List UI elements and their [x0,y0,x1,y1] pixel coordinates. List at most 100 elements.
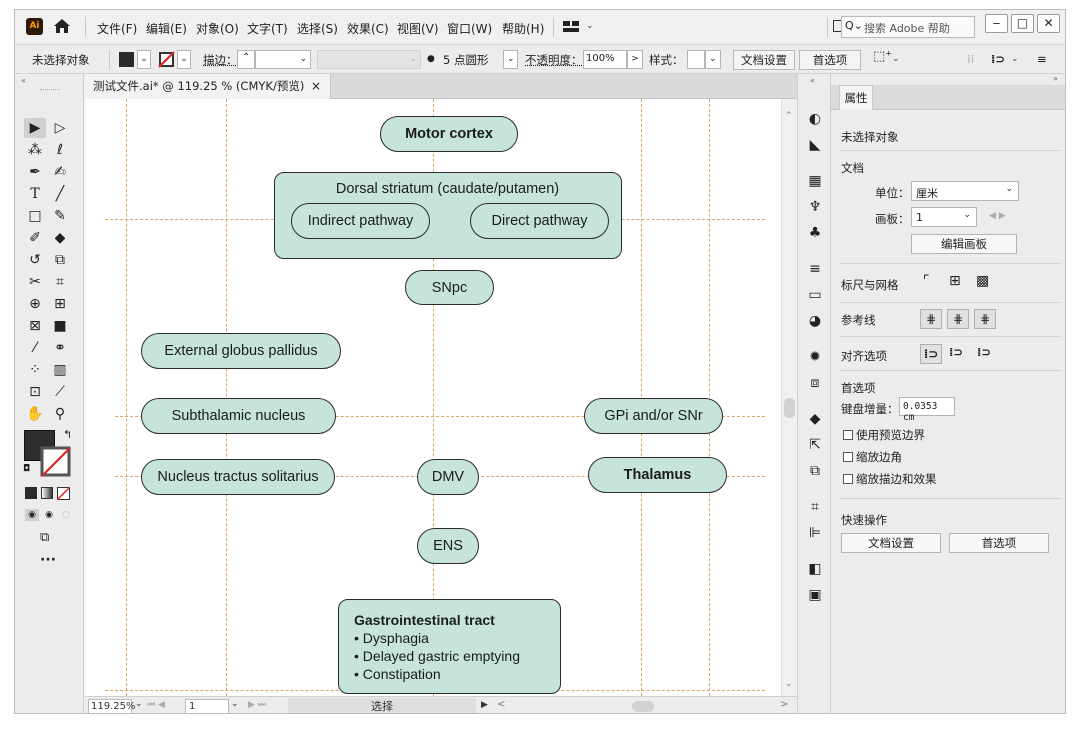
fill-dropdown-icon[interactable]: ⌄ [137,50,151,69]
screen-mode-icon[interactable]: ⧉ [40,530,60,545]
transparency-grid-icon[interactable]: ▩ [976,273,989,289]
align-to-artboard-icon[interactable]: ⁞⊃ [977,345,991,359]
lasso-tool-icon[interactable]: ℓ [49,140,71,160]
line-tool-icon[interactable]: ╱ [49,184,71,204]
brushes-icon[interactable]: ♆ [806,198,824,216]
stroke-panel-icon[interactable]: ≡ [806,260,824,278]
none-mode-icon[interactable] [57,487,70,500]
scroll-up-icon[interactable]: ⌃ [785,111,793,121]
free-transform-tool-icon[interactable]: ⌗ [49,272,71,292]
collapse-panel-icon[interactable]: » [1053,74,1058,83]
collapse-icon[interactable]: « [810,76,815,85]
shaper-tool-icon[interactable]: ✐ [24,228,46,248]
magic-wand-tool-icon[interactable]: ⁂ [24,140,46,160]
style-dropdown[interactable]: ⌄ [705,50,721,69]
status-mode[interactable]: 选择 [288,698,476,713]
opacity-input[interactable]: 100% [583,50,627,69]
menu-effect[interactable]: 效果(C) [347,20,389,37]
draw-normal-icon[interactable]: ◉ [25,509,39,521]
chevron-down-icon[interactable]: ⌄ [1011,54,1019,64]
checkbox-scale-strokes-effects[interactable]: 缩放描边和效果 [843,471,937,487]
shape-builder-tool-icon[interactable]: ⊕ [24,294,46,314]
close-window-button[interactable]: ✕ [1037,14,1060,33]
keyboard-increment-input[interactable]: 0.0353 cm [899,397,955,423]
quick-preferences-button[interactable]: 首选项 [949,533,1049,553]
node-dmv[interactable]: DMV [417,459,479,495]
layers-icon[interactable]: ◆ [806,410,824,428]
scroll-right-icon[interactable]: > [780,699,788,710]
menu-type[interactable]: 文字(T) [247,20,288,37]
rectangle-tool-icon[interactable]: □ [24,206,46,226]
artboard-number-input[interactable]: 1 [185,699,229,713]
lock-guides-icon[interactable]: ⋕ [947,309,969,329]
stroke-dropdown-icon[interactable]: ⌄ [177,50,191,69]
artboard-dropdown-icon[interactable]: ⌄ [231,699,239,709]
minimize-button[interactable]: ‒ [985,14,1008,33]
slice-tool-icon[interactable]: ⟋ [49,382,71,402]
selection-tool-icon[interactable]: ▶ [24,118,46,138]
first-artboard-icon[interactable]: ⏮ ◀ [147,700,165,710]
symbol-sprayer-tool-icon[interactable]: ⁘ [24,360,46,380]
align-to-selection-icon[interactable]: ⁞⊃ [920,344,942,364]
gradient-mode-icon[interactable] [41,487,53,499]
checkbox-scale-corners[interactable]: 缩放边角 [843,449,902,465]
brush-definition[interactable]: 5 点圆形 [443,52,488,68]
scroll-left-icon[interactable]: < [497,699,505,710]
opacity-label[interactable]: 不透明度： [525,52,583,68]
links-icon[interactable]: ▣ [806,586,824,604]
checkbox-use-preview-bounds[interactable]: 使用预览边界 [843,427,925,443]
maximize-button[interactable]: □ [1011,14,1034,33]
blend-tool-icon[interactable]: ⚭ [49,338,71,358]
node-external-globus-pallidus[interactable]: External globus pallidus [141,333,341,369]
menu-help[interactable]: 帮助(H) [502,20,544,37]
draw-inside-icon[interactable]: ◌ [59,509,73,521]
show-guides-icon[interactable]: ⋕ [920,309,942,329]
appearance-icon[interactable]: ✹ [806,348,824,366]
chevron-down-icon[interactable]: ⌄ [892,54,900,64]
scroll-thumb[interactable] [784,398,795,418]
select-similar-icon[interactable]: ⬚⁺ [873,49,892,64]
menu-window[interactable]: 窗口(W) [447,20,492,37]
column-graph-tool-icon[interactable]: ▥ [49,360,71,380]
status-menu-arrow-icon[interactable]: ▶ [481,700,488,710]
zoom-tool-icon[interactable]: ⚲ [49,404,71,424]
opacity-arrow-icon[interactable]: > [627,50,643,69]
ruler-icon[interactable]: ⌜ [923,273,930,289]
menu-edit[interactable]: 编辑(E) [146,20,187,37]
tab-properties[interactable]: 属性 [839,85,873,110]
stroke-weight-input[interactable]: ⌄ [255,50,311,69]
preferences-button[interactable]: 首选项 [799,50,861,70]
node-snpc[interactable]: SNpc [405,270,494,305]
node-direct-pathway[interactable]: Direct pathway [470,203,609,239]
curvature-tool-icon[interactable]: ✍ [49,162,71,182]
zoom-level-input[interactable]: 119.25% [88,699,136,713]
hand-tool-icon[interactable]: ✋ [24,404,46,424]
home-icon[interactable] [53,18,71,34]
export-icon[interactable]: ⇱ [806,436,824,454]
color-panel-icon[interactable]: ◣ [806,136,824,154]
align-icon[interactable]: ⁞⊃ [991,52,1005,66]
transparency-icon[interactable]: ◕ [806,312,824,330]
horizontal-scroll-thumb[interactable] [632,701,654,712]
draw-behind-icon[interactable]: ◉ [42,509,56,521]
paintbrush-tool-icon[interactable]: ✎ [49,206,71,226]
node-thalamus[interactable]: Thalamus [588,457,727,493]
smart-guides-icon[interactable]: ⋕ [974,309,996,329]
node-subthalamic-nucleus[interactable]: Subthalamic nucleus [141,398,336,434]
symbols-icon[interactable]: ♣ [806,224,824,242]
pathfinder-icon[interactable]: ◧ [806,560,824,578]
color-mode-icon[interactable] [25,487,37,499]
menu-select[interactable]: 选择(S) [297,20,338,37]
vertical-scrollbar[interactable]: ⌃ ⌄ [781,99,797,696]
variable-width-profile[interactable]: ⌄ [317,50,421,69]
document-setup-button[interactable]: 文档设置 [733,50,795,70]
stroke-label[interactable]: 描边： [203,52,238,68]
transform-icon[interactable]: ⁞⁞ [967,52,974,66]
artboard-tool-icon[interactable]: ⊡ [24,382,46,402]
node-indirect-pathway[interactable]: Indirect pathway [291,203,430,239]
menu-object[interactable]: 对象(O) [196,20,239,37]
collapse-toolbox-icon[interactable]: « [21,76,26,85]
pen-tool-icon[interactable]: ✒ [24,162,46,182]
scroll-down-icon[interactable]: ⌄ [785,679,793,689]
artboards-panel-icon[interactable]: ⧉ [806,462,824,480]
